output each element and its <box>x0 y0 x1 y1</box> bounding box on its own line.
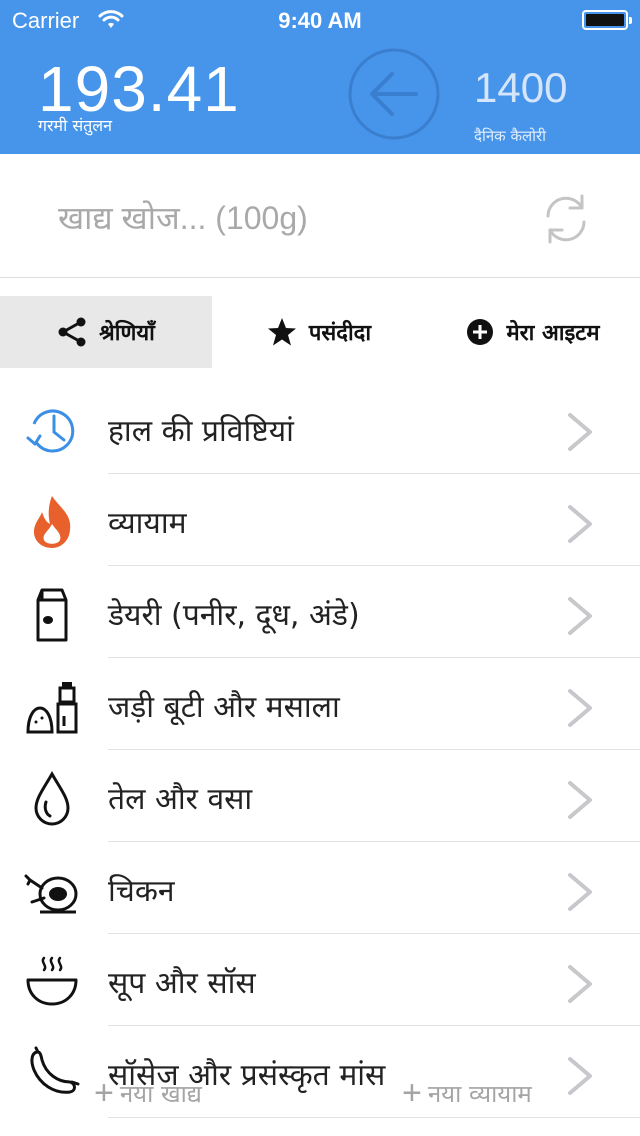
category-label: जड़ी बूटी और मसाला <box>108 690 340 725</box>
category-row-chicken[interactable]: चिकन <box>0 842 640 934</box>
new-food-label: नया खाद्य <box>119 1080 202 1108</box>
share-icon <box>58 317 86 347</box>
calorie-balance-label: गरमी संतुलन <box>38 116 113 135</box>
chevron-right-icon <box>568 689 592 727</box>
search-bar <box>0 154 640 278</box>
new-exercise-button[interactable]: + नया व्यायाम <box>402 1074 532 1113</box>
category-label: व्यायाम <box>108 506 187 541</box>
tab-label: पसंदीदा <box>308 321 372 346</box>
star-icon <box>267 318 296 346</box>
milk-carton-icon <box>36 588 68 642</box>
category-label: हाल की प्रविष्टियां <box>108 414 294 449</box>
category-row-oils-fats[interactable]: तेल और वसा <box>0 750 640 842</box>
roast-chicken-icon <box>24 874 78 914</box>
category-tabs: श्रेणियाँ पसंदीदा मेरा आइटम <box>0 296 640 368</box>
tab-favorites[interactable]: पसंदीदा <box>212 296 426 368</box>
plus-icon: + <box>402 1074 422 1112</box>
plus-icon: + <box>94 1074 114 1112</box>
category-row-soups-sauces[interactable]: सूप और सॉस <box>0 934 640 1026</box>
soup-bowl-icon <box>26 956 78 1006</box>
back-arrow-icon[interactable] <box>348 48 440 140</box>
category-row-herbs-spices[interactable]: जड़ी बूटी और मसाला <box>0 658 640 750</box>
status-bar: Carrier 9:40 AM <box>0 0 640 40</box>
category-label: चिकन <box>108 874 175 909</box>
chevron-right-icon <box>568 1057 592 1095</box>
new-exercise-label: नया व्यायाम <box>427 1080 532 1108</box>
tab-my-items[interactable]: मेरा आइटम <box>426 296 640 368</box>
daily-calorie-label: दैनिक कैलोरी <box>474 127 547 145</box>
category-label: सूप और सॉस <box>108 966 256 1001</box>
category-row-recent[interactable]: हाल की प्रविष्टियां <box>0 382 640 474</box>
row-divider <box>108 1117 640 1118</box>
plus-circle-icon <box>467 319 494 345</box>
refresh-icon[interactable] <box>540 192 592 246</box>
tab-label: श्रेणियाँ <box>99 321 155 346</box>
chevron-right-icon <box>568 413 592 451</box>
category-label: डेयरी (पनीर, दूध, अंडे) <box>108 598 360 633</box>
header-bar: Carrier 9:40 AM 193.41 गरमी संतुलन 1400 … <box>0 0 640 154</box>
chevron-right-icon <box>568 873 592 911</box>
chevron-right-icon <box>568 965 592 1003</box>
clock-time: 9:40 AM <box>278 8 362 33</box>
daily-calorie-value: 1400 <box>474 64 568 111</box>
category-list: हाल की प्रविष्टियां व्यायाम डेयरी (पनीर,… <box>0 382 640 1118</box>
spice-grinder-icon <box>26 682 78 734</box>
oil-drop-icon <box>34 770 70 826</box>
category-row-dairy[interactable]: डेयरी (पनीर, दूध, अंडे) <box>0 566 640 658</box>
chevron-right-icon <box>568 597 592 635</box>
sausage-icon <box>30 1046 80 1094</box>
chevron-right-icon <box>568 505 592 543</box>
tab-label: मेरा आइटम <box>506 321 600 346</box>
food-search-input[interactable] <box>58 194 478 242</box>
chevron-right-icon <box>568 781 592 819</box>
battery-icon <box>582 10 632 30</box>
category-label: तेल और वसा <box>108 782 253 817</box>
tab-categories[interactable]: श्रेणियाँ <box>0 296 212 368</box>
new-food-button[interactable]: + नया खाद्य <box>94 1074 202 1113</box>
history-clock-icon <box>26 409 75 453</box>
flame-icon <box>33 496 71 548</box>
category-row-exercise[interactable]: व्यायाम <box>0 474 640 566</box>
